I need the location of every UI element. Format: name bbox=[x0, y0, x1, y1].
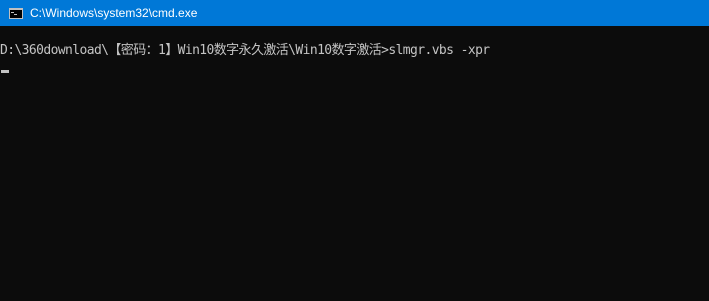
text-cursor bbox=[1, 70, 9, 73]
title-bar[interactable]: C:\Windows\system32\cmd.exe bbox=[0, 0, 709, 26]
cmd-window: C:\Windows\system32\cmd.exe D:\360downlo… bbox=[0, 0, 709, 301]
window-title: C:\Windows\system32\cmd.exe bbox=[30, 6, 198, 20]
console-area[interactable]: D:\360download\【密码：1】Win10数字永久激活\Win10数字… bbox=[0, 26, 709, 301]
cmd-icon bbox=[9, 8, 23, 19]
command-line: D:\360download\【密码：1】Win10数字永久激活\Win10数字… bbox=[0, 43, 490, 58]
